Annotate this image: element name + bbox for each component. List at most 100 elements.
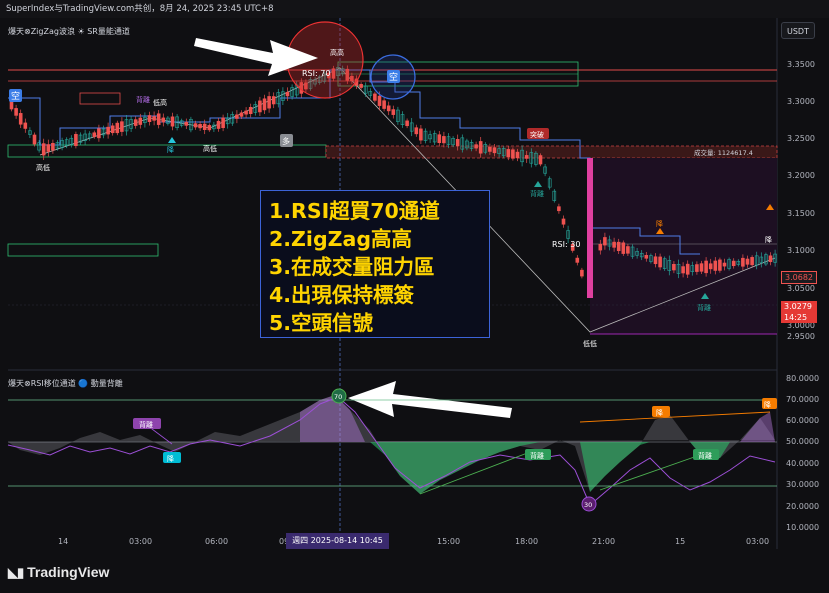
rsi-divergence-3: 背離 xyxy=(698,451,712,460)
candle-body xyxy=(193,123,198,128)
rsi-divergence-1: 背離 xyxy=(139,420,153,429)
time-tick: 18:00 xyxy=(515,537,539,546)
price-tick: 3.1500 xyxy=(787,209,815,218)
candle-body xyxy=(391,109,396,115)
candle-body xyxy=(685,263,690,275)
candle-body xyxy=(110,125,115,134)
candle-body xyxy=(442,136,446,144)
candle-body xyxy=(621,242,626,254)
candle-body xyxy=(23,122,28,129)
price-tick: 3.0500 xyxy=(787,284,815,293)
candle-body xyxy=(713,260,718,271)
low-low-label-2: 高低 xyxy=(203,144,217,153)
time-tick: 14 xyxy=(58,537,69,546)
time-tick: 21:00 xyxy=(592,537,616,546)
breakout-label: 突破 xyxy=(530,130,544,139)
annotation-callout: 1.RSI超買70通道 2.ZigZag高高 3.在成交量阻力區 4.出現保持標… xyxy=(260,190,490,338)
rsi-down-3: 降 xyxy=(764,400,771,409)
candle-body xyxy=(437,134,442,144)
high-high-label: 高高 xyxy=(330,48,344,57)
trading-chart-screen: SuperIndex与TradingView.com共创，8月 24, 2025… xyxy=(0,0,829,593)
candle-body xyxy=(455,139,460,147)
rsi-tick: 40.0000 xyxy=(786,459,820,468)
candle-body xyxy=(248,107,253,115)
rsi-tick: 70.0000 xyxy=(786,395,820,404)
candle-body xyxy=(658,256,662,268)
candle-body xyxy=(262,98,267,111)
tradingview-logo: ◣▮ TradingView xyxy=(8,564,109,581)
candle-body xyxy=(575,257,580,263)
candle-body xyxy=(561,218,566,225)
candle-body xyxy=(216,120,221,129)
time-tick: 03:00 xyxy=(129,537,153,546)
rsi-indicator-legend[interactable]: 爆天⊗RSI移位通道 🔵 動量背離 xyxy=(8,378,123,389)
low-low-label: 高低 xyxy=(36,163,50,172)
candle-body xyxy=(382,100,386,109)
candle-body xyxy=(198,124,202,129)
candle-body xyxy=(741,257,745,267)
candle-body xyxy=(515,151,520,159)
candle-body xyxy=(722,262,727,267)
rsi-tick: 20.0000 xyxy=(786,502,820,511)
rsi-tick: 60.0000 xyxy=(786,416,820,425)
bar-countdown: 14:25 xyxy=(781,312,817,323)
candle-body xyxy=(184,121,189,126)
candle-body xyxy=(488,146,492,152)
candle-body xyxy=(557,206,561,212)
candle-body xyxy=(506,149,511,158)
candle-body xyxy=(478,141,483,154)
rsi-tick: 50.0000 xyxy=(786,437,820,446)
candle-body xyxy=(681,266,685,274)
candle-body xyxy=(170,116,175,127)
candle-body xyxy=(244,110,248,115)
candle-body xyxy=(235,114,239,119)
candle-body xyxy=(419,128,423,141)
candle-body xyxy=(9,100,14,110)
candle-body xyxy=(18,113,23,125)
bottom-low-label: 低低 xyxy=(583,339,597,348)
candle-body xyxy=(202,123,207,130)
divergence-bottom-label: 背離 xyxy=(530,189,544,198)
candle-body xyxy=(695,264,699,272)
big-drop-candle xyxy=(587,158,593,298)
candle-body xyxy=(41,143,46,156)
candle-body xyxy=(221,117,225,129)
rsi-down-1: 降 xyxy=(167,454,174,463)
price-tick: 3.3000 xyxy=(787,97,815,106)
divergence-right-label: 背離 xyxy=(697,303,711,312)
rsi-tick: 10.0000 xyxy=(786,523,820,532)
candle-body xyxy=(359,84,363,88)
candle-body xyxy=(267,96,271,109)
current-price-tag: 3.0682 xyxy=(781,271,817,284)
candle-body xyxy=(474,144,478,149)
rsi30-label: RSI: 30 xyxy=(552,240,580,249)
price-tick: 2.9500 xyxy=(787,332,815,341)
callout-line-5: 5.空頭信號 xyxy=(269,311,374,335)
candle-body xyxy=(92,132,97,137)
price-tick: 3.1000 xyxy=(787,246,815,255)
callout-line-4: 4.出現保持標簽 xyxy=(269,283,415,307)
drop-label: 降 xyxy=(656,219,663,228)
time-tick: 03:00 xyxy=(746,537,770,546)
candle-body xyxy=(377,95,382,106)
crosshair-time-label: 週四 2025-08-14 10:45 xyxy=(286,533,389,549)
arrow-to-rsi-icon xyxy=(348,381,512,418)
rsi-tick: 30.0000 xyxy=(786,480,820,489)
candle-body xyxy=(239,112,244,117)
candle-body xyxy=(672,263,676,271)
candle-body xyxy=(653,256,658,265)
candle-body xyxy=(271,96,276,105)
candle-body xyxy=(152,116,156,121)
candle-body xyxy=(511,149,515,159)
rsi70-label: RSI: 70 xyxy=(302,69,330,78)
candle-body xyxy=(731,260,736,267)
candle-body xyxy=(156,113,161,125)
divergence-label-left: 背離 xyxy=(136,95,150,104)
price-tick: 3.3500 xyxy=(787,60,815,69)
candle-body xyxy=(644,254,649,259)
candle-body xyxy=(598,243,603,251)
candle-body xyxy=(115,122,120,134)
candle-body xyxy=(768,255,773,263)
candle-body xyxy=(74,134,78,146)
candle-body xyxy=(616,241,621,252)
